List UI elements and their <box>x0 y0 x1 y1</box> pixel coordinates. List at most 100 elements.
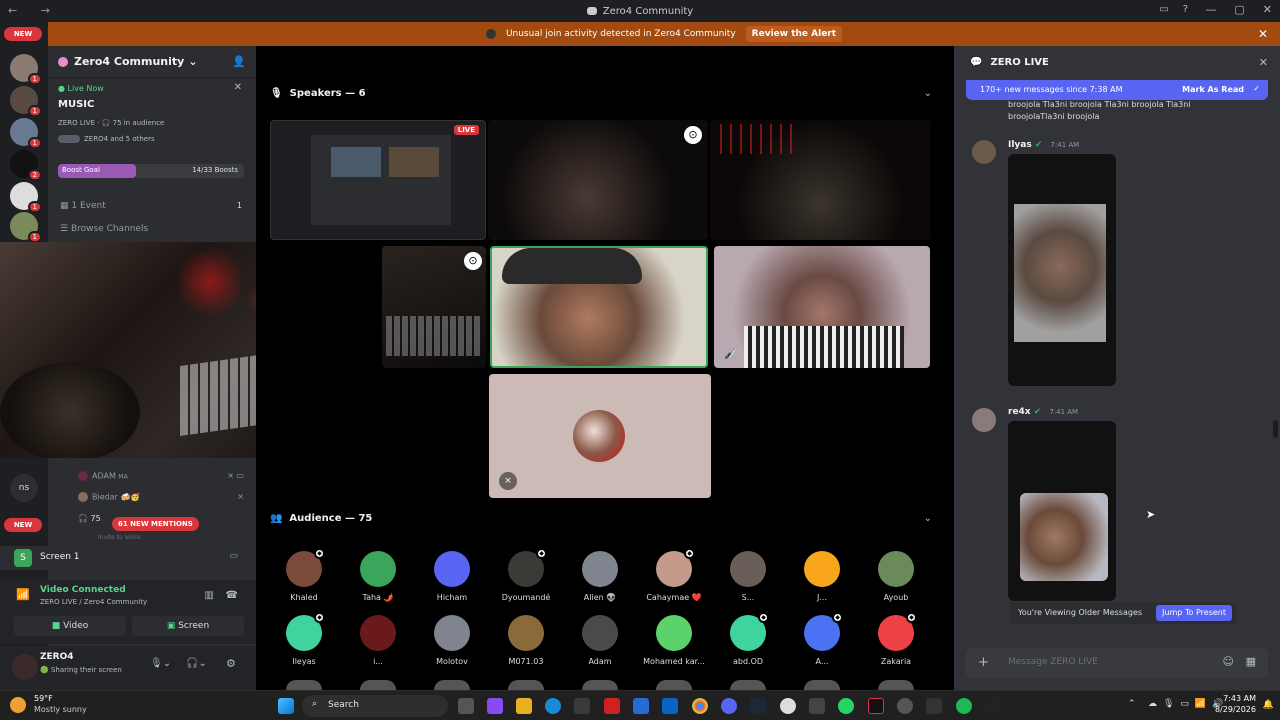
audience-member-partial[interactable] <box>730 680 766 690</box>
weather-icon[interactable] <box>10 697 26 713</box>
browse-channels-link[interactable]: ☰ Browse Channels <box>60 224 148 234</box>
task-view-icon[interactable] <box>458 698 474 714</box>
app-icon[interactable] <box>897 698 913 714</box>
app-l-icon[interactable] <box>604 698 620 714</box>
audience-member-partial[interactable] <box>434 680 470 690</box>
start-windows-icon[interactable] <box>278 698 294 714</box>
close-window-button[interactable]: ✕ <box>1263 3 1272 16</box>
server-icon-1[interactable]: 1 <box>10 54 42 85</box>
audience-member[interactable]: ◆ Khaled <box>269 548 339 602</box>
audience-member[interactable]: Adam <box>565 615 635 666</box>
video-button[interactable]: ■ Video <box>14 616 126 636</box>
new-pill-top[interactable]: NEW <box>4 27 42 41</box>
taskbar-search[interactable]: ⌕ Search <box>302 695 448 717</box>
audience-member[interactable]: ◆ Cahaymae ❤️ <box>639 548 709 602</box>
speaker-tile-6[interactable]: 🎤̸ <box>714 246 930 368</box>
speaker-tile-2[interactable]: ⊙ <box>488 120 708 240</box>
audience-member[interactable]: M071.03 <box>491 615 561 666</box>
message-input[interactable]: + Message ZERO LIVE ☺ ▦ <box>966 648 1268 678</box>
mic-icon[interactable]: 🎙⌄ <box>150 658 171 669</box>
avatar[interactable] <box>972 408 996 432</box>
speaker-tile-5-speaking[interactable] <box>490 246 708 368</box>
app-icon[interactable] <box>926 698 942 714</box>
help-icon[interactable]: ? <box>1183 4 1188 15</box>
review-alert-button[interactable]: Review the Alert <box>745 26 843 42</box>
speaker-tile-screenshare[interactable]: LIVE <box>270 120 486 240</box>
chrome-icon[interactable] <box>692 698 708 714</box>
audience-member-partial[interactable] <box>656 680 692 690</box>
disconnect-icon[interactable]: ☎ <box>226 590 238 601</box>
screen-button[interactable]: ▣ Screen <box>132 616 244 636</box>
audience-member[interactable]: Hicham <box>417 551 487 602</box>
app-icon[interactable] <box>633 698 649 714</box>
minimize-button[interactable]: — <box>1205 3 1216 16</box>
server-icon-5[interactable]: 1 <box>10 182 42 213</box>
weather-desc[interactable]: Mostly sunny <box>34 705 87 714</box>
maximize-button[interactable]: ▢ <box>1234 3 1244 16</box>
audience-member-partial[interactable] <box>582 680 618 690</box>
audience-member[interactable]: Alien 👽 <box>565 551 635 602</box>
outlook-icon[interactable] <box>662 698 678 714</box>
server-header[interactable]: Zero4 Community ⌄ 👤 <box>48 46 256 78</box>
edge-icon[interactable] <box>545 698 561 714</box>
audience-member[interactable]: Taha 🌶️ <box>343 551 413 602</box>
jump-to-present-button[interactable]: Jump To Present <box>1156 605 1232 621</box>
nav-arrows[interactable]: ← → <box>8 4 60 17</box>
copilot-icon[interactable] <box>487 698 503 714</box>
close-live-icon[interactable]: ✕ <box>234 82 242 93</box>
audience-member-partial[interactable] <box>878 680 914 690</box>
message-author[interactable]: Ilyas ✔ 7:41 AM <box>1008 140 1079 150</box>
new-pill-bottom[interactable]: NEW <box>4 518 42 532</box>
audience-member[interactable]: Mohamed kar... <box>639 615 709 666</box>
message-author[interactable]: re4x ✔ 7:41 AM <box>1008 407 1078 417</box>
audience-member[interactable]: Molotov <box>417 615 487 666</box>
mark-as-read-button[interactable]: Mark As Read <box>1182 85 1244 94</box>
server-icon-4[interactable]: 2 <box>10 150 42 181</box>
voice-user-biedar[interactable]: Biedar 🍻🥳 <box>78 492 140 502</box>
boost-goal-bar[interactable]: Boost Goal 14/33 Boosts <box>58 164 244 178</box>
headphone-icon[interactable]: 🎧⌄ <box>186 658 207 669</box>
close-alert-icon[interactable]: ✕ <box>1258 27 1268 41</box>
server-icon-6[interactable]: 1 <box>10 212 42 243</box>
stage-title[interactable]: MUSIC <box>58 99 94 110</box>
user-name[interactable]: ZERO4 <box>40 652 74 662</box>
voice-channel[interactable]: ZERO LIVE / Zero4 Community <box>40 598 147 606</box>
close-chat-icon[interactable]: ✕ <box>1259 56 1268 69</box>
audience-member-partial[interactable] <box>360 680 396 690</box>
add-attachment-icon[interactable]: + <box>978 655 989 670</box>
chevron-down-icon[interactable]: ⌄ <box>924 513 932 524</box>
apps-icon[interactable]: ▦ <box>1246 655 1256 668</box>
audience-member[interactable]: J... <box>787 551 857 602</box>
voice-user-adam[interactable]: ADAM MA <box>78 471 128 481</box>
audience-member-partial[interactable] <box>508 680 544 690</box>
new-mentions-pill[interactable]: 61 NEW MENTIONS <box>112 517 199 531</box>
audience-header[interactable]: 👥 Audience — 75 <box>270 513 372 524</box>
image-attachment[interactable] <box>1008 421 1116 601</box>
audience-member[interactable]: ◆ abd.OD <box>713 612 783 666</box>
audience-member[interactable]: S... <box>713 551 783 602</box>
soundboard-icon[interactable]: ▥ <box>205 590 214 601</box>
emoji-icon[interactable]: ☺ <box>1223 655 1234 668</box>
audience-member-partial[interactable] <box>804 680 840 690</box>
scrollbar-thumb[interactable] <box>1273 420 1278 438</box>
audience-member-partial[interactable] <box>286 680 322 690</box>
audience-member[interactable]: ◆ Dyoumandé <box>491 548 561 602</box>
image-attachment[interactable] <box>1008 154 1116 386</box>
tray-chevron-icon[interactable]: ⌃ <box>1128 699 1136 709</box>
clock-date[interactable]: 8/29/2026 <box>1215 705 1256 714</box>
speaker-tile-3[interactable] <box>710 120 930 240</box>
audience-member[interactable]: i... <box>343 615 413 666</box>
popout-icon[interactable]: ▭ <box>229 551 238 561</box>
audience-member[interactable]: ◆ Zakaria <box>861 612 931 666</box>
spotify-icon[interactable] <box>956 698 972 714</box>
tiktok-icon[interactable] <box>868 698 884 714</box>
voice-status[interactable]: Video Connected <box>40 585 126 595</box>
server-icon-3[interactable]: 1 <box>10 118 42 149</box>
file-explorer-icon[interactable] <box>516 698 532 714</box>
speaker-tile-4[interactable]: ⊙ <box>382 246 486 368</box>
inbox-icon[interactable]: ▭ <box>1159 4 1168 15</box>
app-icon[interactable] <box>985 698 1001 714</box>
app-icon[interactable] <box>809 698 825 714</box>
audience-member[interactable]: ◆ Ileyas <box>269 612 339 666</box>
avatar[interactable] <box>972 140 996 164</box>
